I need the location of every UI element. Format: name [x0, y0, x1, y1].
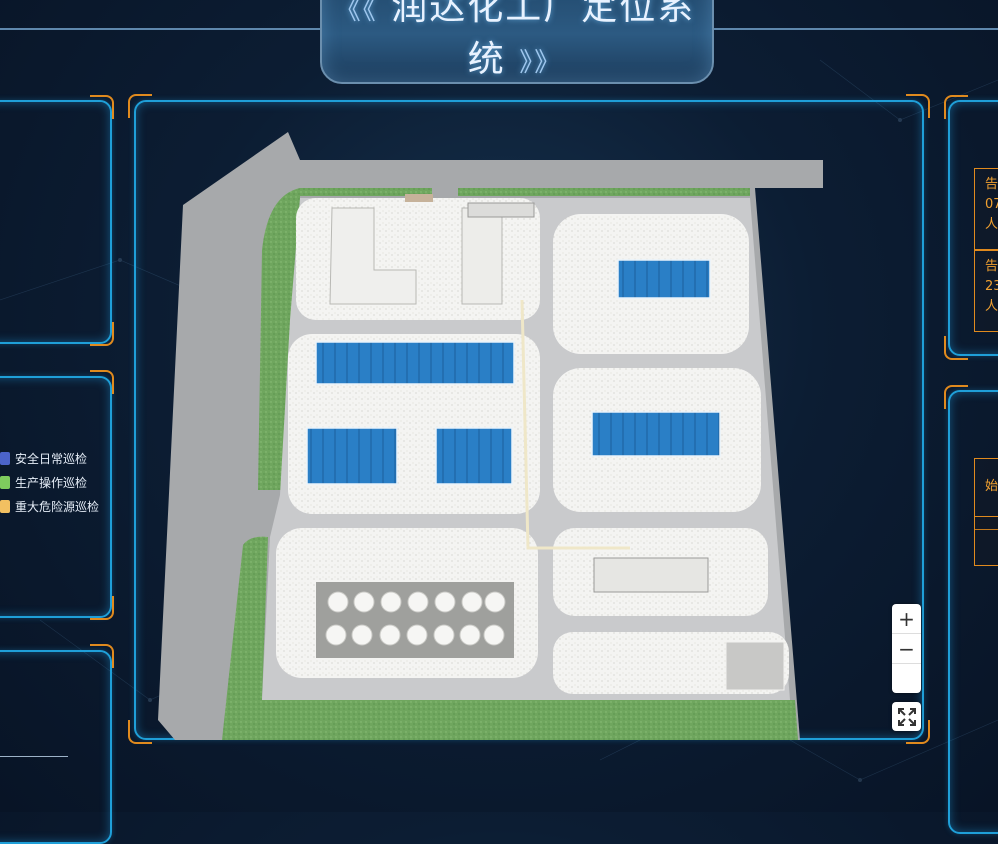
zoom-in-button[interactable]: + [892, 604, 921, 634]
roof-east [591, 411, 721, 457]
zoom-out-button[interactable]: − [892, 634, 921, 664]
gate-sign [405, 194, 433, 202]
right-panel-bottom-corner [944, 385, 968, 409]
roof-warehouse-long [315, 341, 515, 385]
alert-title: 告 [985, 259, 998, 274]
compass-button[interactable] [892, 664, 921, 693]
alert-card[interactable]: 告 07 人 [974, 168, 998, 250]
compass-icon [901, 673, 912, 684]
right-panel-top-corner [944, 336, 968, 360]
fullscreen-button[interactable] [892, 702, 921, 731]
lab-building [593, 557, 709, 593]
storage-shed [725, 641, 785, 691]
alert-card[interactable]: 告 23 人 [974, 250, 998, 332]
factory-map[interactable] [0, 0, 998, 812]
alert-time: 07 [985, 197, 998, 212]
grass-top-right [458, 188, 750, 196]
roof-warehouse-se [435, 427, 513, 485]
roof-warehouse-sw [306, 427, 398, 485]
alert-person: 人 [985, 299, 998, 314]
office-building-r [461, 207, 503, 305]
status-card[interactable] [974, 516, 998, 566]
right-panel-top-corner [944, 95, 968, 119]
alert-person: 人 [985, 217, 998, 232]
alert-title: 告 [985, 177, 998, 192]
roof-ne [617, 259, 711, 299]
status-label: 始 [985, 479, 998, 494]
right-panel-bottom [948, 390, 998, 834]
map-zoom-controls: + − [892, 604, 921, 693]
gate-house [467, 202, 535, 218]
fullscreen-icon [897, 707, 916, 726]
alert-time: 23 [985, 279, 998, 294]
